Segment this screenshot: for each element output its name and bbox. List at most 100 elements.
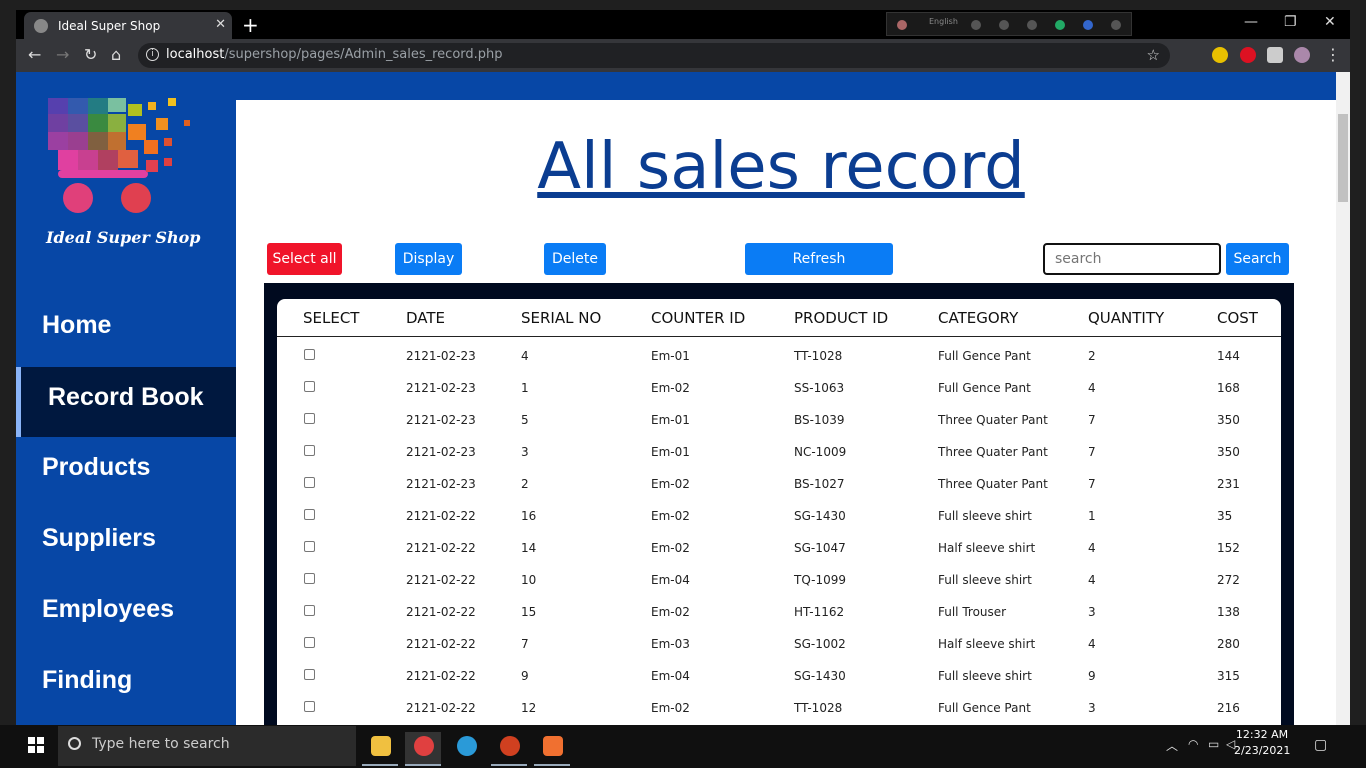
avatar[interactable] xyxy=(1294,47,1310,63)
cell-quantity: 9 xyxy=(1088,669,1096,683)
table-row: 2121-02-22 9 Em-04 SG-1430 Full sleeve shirt… xyxy=(277,661,1281,693)
search-input[interactable] xyxy=(1043,243,1221,275)
close-tab-icon[interactable]: ✕ xyxy=(215,17,226,32)
cell-quantity: 1 xyxy=(1088,509,1096,523)
reload-icon[interactable]: ↻ xyxy=(84,45,97,64)
cell-counter: Em-01 xyxy=(651,445,690,459)
restore-button[interactable]: ❐ xyxy=(1284,14,1297,30)
cell-product: SG-1430 xyxy=(794,669,846,683)
file-explorer-icon[interactable] xyxy=(362,732,398,766)
display-button[interactable]: Display xyxy=(395,243,462,275)
row-checkbox[interactable] xyxy=(304,509,315,520)
notification-icon[interactable]: ▢ xyxy=(1314,737,1327,753)
table-row: 2121-02-22 7 Em-03 SG-1002 Half sleeve shirt… xyxy=(277,629,1281,661)
cell-date: 2121-02-22 xyxy=(406,701,476,715)
row-checkbox[interactable] xyxy=(304,413,315,424)
address-bar[interactable]: i localhost/supershop/pages/Admin_sales_… xyxy=(138,43,1170,68)
cell-category: Half sleeve shirt xyxy=(938,637,1036,651)
edge-taskbar-icon[interactable] xyxy=(448,732,484,766)
cell-product: SS-1063 xyxy=(794,381,845,395)
sidebar-item-suppliers[interactable]: Suppliers xyxy=(16,508,236,578)
search-icon xyxy=(68,737,81,750)
edge-icon[interactable] xyxy=(1055,20,1065,30)
row-checkbox[interactable] xyxy=(304,637,315,648)
cell-cost: 138 xyxy=(1217,605,1240,619)
battery-icon[interactable]: ▭ xyxy=(1208,737,1219,751)
select-all-button[interactable]: Select all xyxy=(267,243,342,275)
cell-cost: 350 xyxy=(1217,445,1240,459)
cell-date: 2121-02-22 xyxy=(406,637,476,651)
cell-cost: 280 xyxy=(1217,637,1240,651)
info-icon[interactable]: i xyxy=(146,48,159,61)
home-icon[interactable]: ⌂ xyxy=(111,45,121,64)
cell-category: Three Quater Pant xyxy=(938,445,1048,459)
wifi-icon[interactable]: ◠ xyxy=(1188,737,1198,751)
cell-cost: 350 xyxy=(1217,413,1240,427)
sales-table: SELECT DATE SERIAL NO COUNTER ID PRODUCT… xyxy=(277,299,1281,725)
help-icon[interactable] xyxy=(1083,20,1093,30)
powerpoint-icon[interactable] xyxy=(491,732,527,766)
table-header: SELECT DATE SERIAL NO COUNTER ID PRODUCT… xyxy=(277,299,1281,337)
clock[interactable]: 12:32 AM 2/23/2021 xyxy=(1234,727,1290,759)
cell-counter: Em-02 xyxy=(651,509,690,523)
sidebar-item-home[interactable]: Home xyxy=(16,295,236,365)
cell-date: 2121-02-22 xyxy=(406,605,476,619)
row-checkbox[interactable] xyxy=(304,381,315,392)
shield-icon[interactable] xyxy=(1240,47,1256,63)
cell-serial: 16 xyxy=(521,509,537,523)
trophy-icon[interactable] xyxy=(999,20,1009,30)
cell-product: SG-1430 xyxy=(794,509,846,523)
close-window-button[interactable]: ✕ xyxy=(1324,14,1336,30)
extension-icon[interactable] xyxy=(1212,47,1228,63)
bookmark-star-icon[interactable]: ☆ xyxy=(1147,46,1160,64)
cell-date: 2121-02-23 xyxy=(406,381,476,395)
cell-cost: 231 xyxy=(1217,477,1240,491)
back-icon[interactable]: ← xyxy=(28,45,41,64)
sidebar-item-record-book[interactable]: Record Book xyxy=(16,367,236,437)
scrollbar-thumb[interactable] xyxy=(1338,114,1348,202)
url-path: /supershop/pages/Admin_sales_record.php xyxy=(224,47,503,62)
row-checkbox[interactable] xyxy=(304,541,315,552)
cell-quantity: 4 xyxy=(1088,573,1096,587)
cloud-icon[interactable] xyxy=(971,20,981,30)
new-tab-button[interactable]: + xyxy=(242,13,259,37)
menu-dots-icon[interactable]: ⋮ xyxy=(1325,45,1341,64)
browser-tab[interactable]: Ideal Super Shop ✕ xyxy=(24,12,232,39)
sidebar-item-finding[interactable]: Finding xyxy=(16,650,236,720)
web-page: Ideal Super Shop Home Record Book Produc… xyxy=(16,72,1336,725)
brand-name: Ideal Super Shop xyxy=(46,228,201,247)
taskbar-search[interactable]: Type here to search xyxy=(58,726,356,766)
power-icon[interactable] xyxy=(1111,20,1121,30)
chrome-icon[interactable] xyxy=(405,732,441,766)
cell-serial: 12 xyxy=(521,701,537,715)
forward-icon[interactable]: → xyxy=(56,45,69,64)
sidebar-item-products[interactable]: Products xyxy=(16,437,236,507)
row-checkbox[interactable] xyxy=(304,445,315,456)
row-checkbox[interactable] xyxy=(304,573,315,584)
search-button[interactable]: Search xyxy=(1226,243,1289,275)
row-checkbox[interactable] xyxy=(304,477,315,488)
refresh-button[interactable]: Refresh xyxy=(745,243,893,275)
chevron-up-icon[interactable]: ︿ xyxy=(1166,737,1178,754)
url-host: localhost xyxy=(166,47,225,62)
delete-button[interactable]: Delete xyxy=(544,243,606,275)
table-row: 2121-02-23 4 Em-01 TT-1028 Full Gence Pant 2 1… xyxy=(277,341,1281,373)
row-checkbox[interactable] xyxy=(304,669,315,680)
row-checkbox[interactable] xyxy=(304,701,315,712)
sidebar-item-employees[interactable]: Employees xyxy=(16,579,236,649)
cell-quantity: 4 xyxy=(1088,541,1096,555)
puzzle-icon[interactable] xyxy=(1267,47,1283,63)
app-icon[interactable] xyxy=(897,20,907,30)
cell-cost: 272 xyxy=(1217,573,1240,587)
scrollbar[interactable] xyxy=(1336,72,1350,725)
cell-date: 2121-02-23 xyxy=(406,477,476,491)
row-checkbox[interactable] xyxy=(304,605,315,616)
cell-product: NC-1009 xyxy=(794,445,847,459)
gear-icon[interactable] xyxy=(1027,20,1037,30)
cell-category: Full Gence Pant xyxy=(938,701,1031,715)
minimize-button[interactable]: — xyxy=(1244,14,1258,30)
windows-start-icon[interactable] xyxy=(28,737,44,753)
row-checkbox[interactable] xyxy=(304,349,315,360)
xampp-icon[interactable] xyxy=(534,732,570,766)
cell-quantity: 7 xyxy=(1088,477,1096,491)
